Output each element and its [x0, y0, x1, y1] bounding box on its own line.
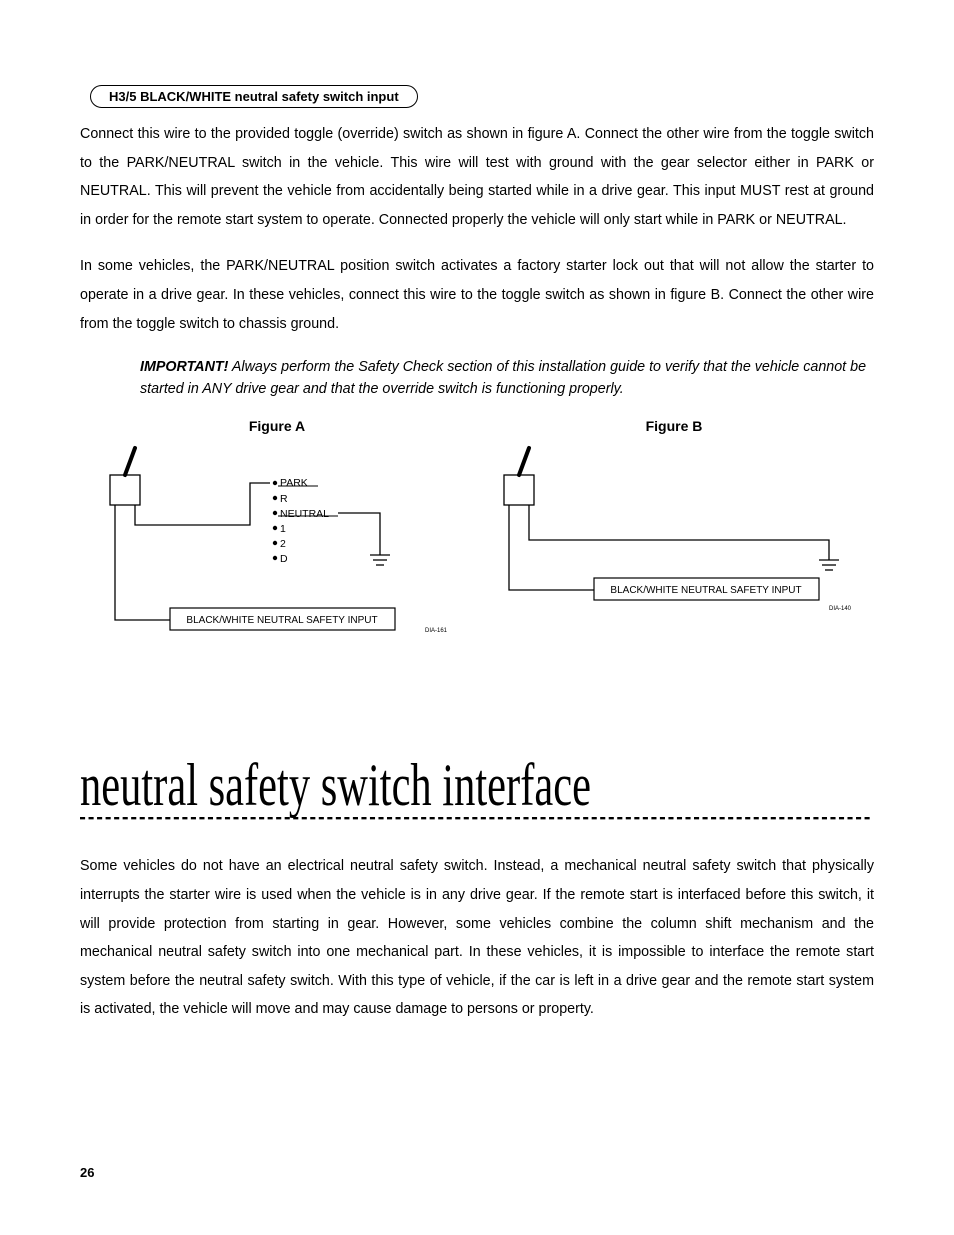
important-label: IMPORTANT! — [140, 359, 228, 375]
figure-b-diagram: BLACK/WHITE NEUTRAL SAFETY INPUT DIA-140 — [474, 440, 874, 640]
page-number: 26 — [80, 1165, 94, 1180]
figures-row: Figure A PARK — [80, 418, 874, 645]
gear-1-label: 1 — [280, 523, 286, 535]
wire-badge: H3/5 BLACK/WHITE neutral safety switch i… — [90, 85, 418, 108]
figure-b-dia-code: DIA-140 — [829, 606, 852, 612]
gear-park-label: PARK — [280, 477, 308, 489]
figure-a-column: Figure A PARK — [80, 418, 474, 645]
paragraph-3: Some vehicles do not have an electrical … — [80, 852, 874, 1024]
figure-a-diagram: PARK R NEUTRAL 1 2 D BLACK/WHITE NEUTRAL… — [80, 440, 460, 640]
gear-d-label: D — [280, 553, 288, 565]
figure-b-column: Figure B BLACK/WHITE NEUTRAL SAFETY INPU… — [474, 418, 874, 645]
gear-2-label: 2 — [280, 538, 286, 550]
figure-b-box-label: BLACK/WHITE NEUTRAL SAFETY INPUT — [610, 585, 801, 596]
important-text: Always perform the Safety Check section … — [140, 359, 866, 397]
important-note: IMPORTANT! Always perform the Safety Che… — [140, 356, 874, 400]
figure-a-box-label: BLACK/WHITE NEUTRAL SAFETY INPUT — [186, 615, 377, 626]
figure-a-title: Figure A — [80, 418, 474, 434]
figure-b-title: Figure B — [474, 418, 874, 434]
section-title: neutral safety switch interface — [80, 755, 870, 820]
figure-a-dia-code: DIA-161 — [425, 628, 448, 634]
gear-neutral-label: NEUTRAL — [280, 508, 329, 520]
paragraph-2: In some vehicles, the PARK/NEUTRAL posit… — [80, 252, 874, 338]
gear-r-label: R — [280, 493, 288, 505]
paragraph-1: Connect this wire to the provided toggle… — [80, 120, 874, 234]
